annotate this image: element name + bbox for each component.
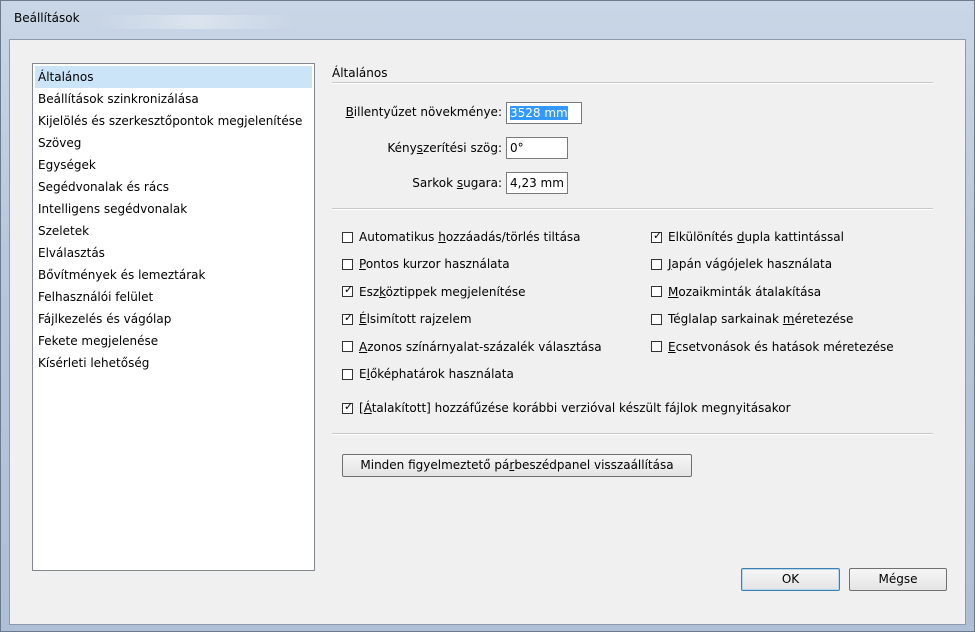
reset-warnings-button[interactable]: Minden figyelmeztető párbeszédpanel viss…: [342, 454, 692, 477]
checkbox-box[interactable]: [342, 231, 353, 243]
option-label: Japán vágójelek használata: [668, 257, 833, 272]
option-checkbox[interactable]: Japán vágójelek használata: [651, 255, 832, 273]
option-label: Elkülönítés dupla kattintással: [668, 230, 844, 244]
sidebar-item[interactable]: Segédvonalak és rács: [35, 176, 312, 198]
checkbox-box[interactable]: [342, 368, 353, 380]
checkbox-box[interactable]: ✓: [342, 310, 354, 325]
option-checkbox[interactable]: Mozaikminták átalakítása: [651, 283, 821, 301]
checkbox-box[interactable]: [651, 286, 662, 298]
check-mark-icon: ✓: [653, 228, 663, 242]
option-label: Mozaikminták átalakítása: [668, 284, 822, 299]
option-checkbox[interactable]: ✓ Elkülönítés dupla kattintással: [651, 228, 844, 246]
check-mark-icon: ✓: [344, 310, 354, 324]
option-label: Előképhatárok használata: [359, 367, 514, 381]
constrain-angle-label: Kényszerítési szög:: [387, 141, 502, 155]
check-mark-icon: ✓: [344, 399, 354, 413]
keyboard-increment-label: Billentyűzet növekménye:: [345, 105, 502, 119]
section-divider: [332, 82, 933, 84]
title-bar[interactable]: Beállítások: [1, 1, 974, 39]
keyboard-increment-input[interactable]: 3528 mm: [506, 102, 582, 124]
option-checkbox[interactable]: Azonos színárnyalat-százalék választása: [342, 338, 602, 356]
option-label: Eszköztippek megjelenítése: [359, 284, 526, 299]
preferences-dialog: Beállítások Általános Beállítások szinkro…: [0, 0, 975, 632]
sidebar-item[interactable]: Elválasztás: [35, 242, 312, 264]
sidebar-item[interactable]: Bővítmények és lemeztárak: [35, 264, 312, 286]
category-list[interactable]: Általános Beállítások szinkronizálása Kije…: [32, 63, 315, 571]
sidebar-item[interactable]: Szöveg: [35, 132, 312, 154]
option-checkbox[interactable]: Automatikus hozzáadás/törlés tiltása: [342, 228, 581, 246]
sidebar-item[interactable]: Egységek: [35, 154, 312, 176]
option-checkbox[interactable]: Pontos kurzor használata: [342, 255, 510, 273]
title-bar-glare: [96, 15, 296, 29]
fields-divider: [332, 208, 933, 210]
checkbox-box[interactable]: [342, 341, 353, 353]
constrain-angle-input[interactable]: 0°: [506, 137, 568, 159]
sidebar-item[interactable]: Fájlkezelés és vágólap: [35, 308, 312, 330]
option-label: Téglalap sarkainak méretezése: [668, 312, 854, 327]
append-transformed-checkbox[interactable]: ✓ [Átalakított] hozzáfűzése korábbi verz…: [342, 399, 791, 417]
ok-button[interactable]: OK: [741, 568, 840, 591]
checkbox-box[interactable]: ✓: [651, 228, 663, 243]
checkbox-box[interactable]: [651, 341, 662, 353]
option-checkbox[interactable]: ✓ Eszköztippek megjelenítése: [342, 283, 526, 301]
corner-radius-input[interactable]: 4,23 mm: [506, 172, 568, 194]
append-transformed-label: [Átalakított] hozzáfűzése korábbi verzió…: [359, 401, 791, 415]
bottom-divider: [332, 433, 933, 435]
section-title: Általános: [332, 66, 388, 80]
option-label: Pontos kurzor használata: [359, 257, 510, 272]
option-checkbox[interactable]: Ecsetvonások és hatások méretezése: [651, 338, 894, 356]
option-label: Azonos színárnyalat-százalék választása: [359, 339, 602, 354]
check-mark-icon: ✓: [344, 283, 354, 297]
checkbox-box[interactable]: [651, 258, 662, 270]
sidebar-item[interactable]: Kijelölés és szerkesztőpontok megjelenít…: [35, 110, 312, 132]
option-label: Automatikus hozzáadás/törlés tiltása: [359, 230, 581, 244]
sidebar-item[interactable]: Felhasználói felület: [35, 286, 312, 308]
sidebar-item[interactable]: Fekete megjelenése: [35, 330, 312, 352]
cancel-button[interactable]: Mégse: [849, 568, 947, 591]
corner-radius-label: Sarkok sugara:: [412, 176, 502, 190]
checkbox-box[interactable]: ✓: [342, 283, 354, 298]
window-title: Beállítások: [14, 11, 80, 25]
option-checkbox[interactable]: Előképhatárok használata: [342, 365, 514, 383]
option-label: Élsimított rajzelem: [359, 312, 472, 327]
option-checkbox[interactable]: ✓ Élsimított rajzelem: [342, 310, 472, 328]
sidebar-item[interactable]: Szeletek: [35, 220, 312, 242]
sidebar-item[interactable]: Beállítások szinkronizálása: [35, 88, 312, 110]
checkbox-box[interactable]: [342, 258, 353, 270]
sidebar-item[interactable]: Intelligens segédvonalak: [35, 198, 312, 220]
sidebar-item[interactable]: Általános: [35, 66, 312, 88]
checkbox-box[interactable]: ✓: [342, 399, 354, 414]
checkbox-box[interactable]: [651, 313, 662, 325]
option-checkbox[interactable]: Téglalap sarkainak méretezése: [651, 310, 853, 328]
sidebar-item[interactable]: Kísérleti lehetőség: [35, 352, 312, 374]
option-label: Ecsetvonások és hatások méretezése: [668, 339, 894, 354]
